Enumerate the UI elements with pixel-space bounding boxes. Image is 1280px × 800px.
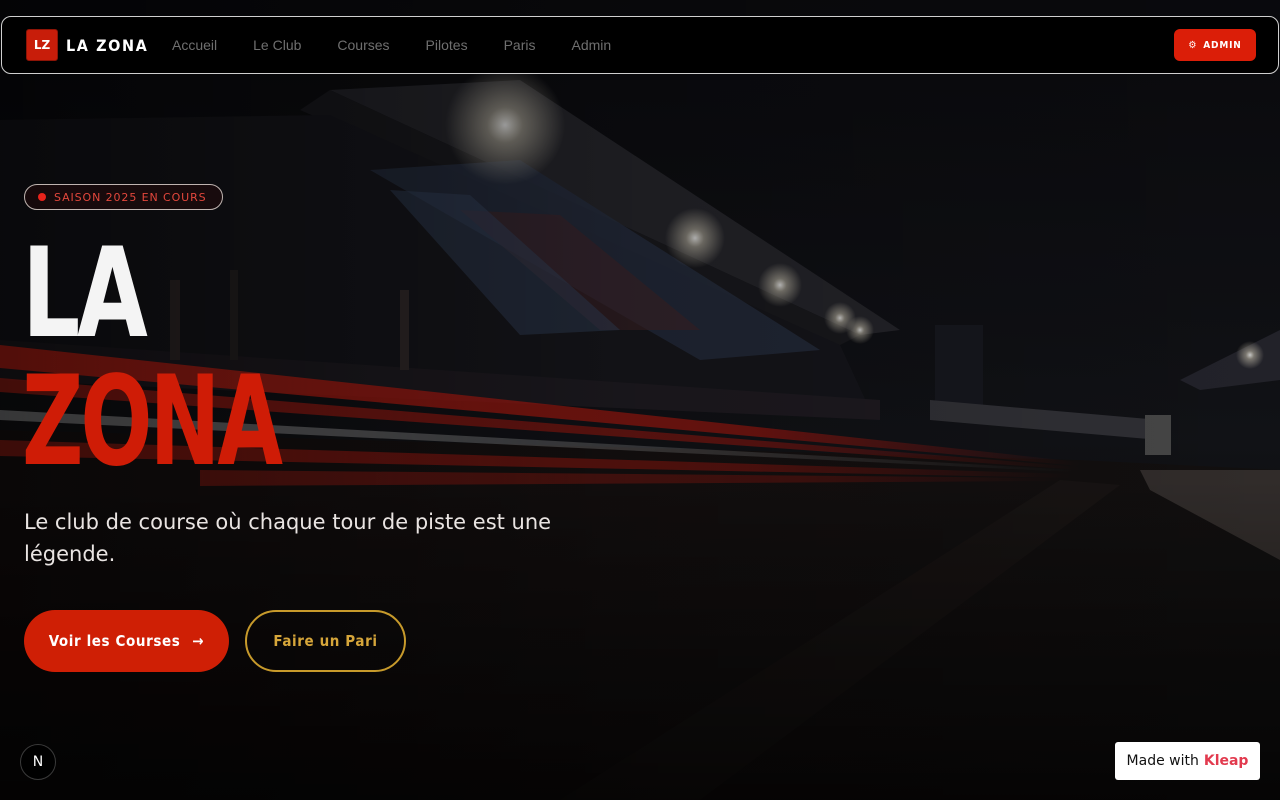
nav-link-pilotes[interactable]: Pilotes <box>426 37 468 53</box>
nav-link-courses[interactable]: Courses <box>337 37 389 53</box>
site-logo[interactable]: LZ LA ZONA <box>26 29 148 61</box>
made-with-kleap-badge[interactable]: Made with Kleap <box>1115 742 1260 780</box>
nav-link-le-club[interactable]: Le Club <box>253 37 301 53</box>
nextjs-dev-indicator[interactable]: N <box>20 744 56 780</box>
gear-icon: ⚙ <box>1188 39 1198 51</box>
hero-title-line1: LA <box>22 222 148 366</box>
admin-button-label: ADMIN <box>1203 39 1242 51</box>
arrow-right-icon: → <box>192 632 205 650</box>
live-dot-icon <box>38 193 46 201</box>
nav-link-admin[interactable]: Admin <box>571 37 611 53</box>
nav-link-accueil[interactable]: Accueil <box>172 37 217 53</box>
view-races-label: Voir les Courses <box>48 632 181 650</box>
logo-text: LA ZONA <box>66 35 149 55</box>
logo-mark: LZ <box>26 29 58 61</box>
nav-link-paris[interactable]: Paris <box>504 37 536 53</box>
made-with-prefix: Made with <box>1126 753 1199 769</box>
place-bet-button[interactable]: Faire un Pari <box>245 610 406 672</box>
season-badge-text: SAISON 2025 EN COURS <box>54 190 207 204</box>
top-navbar: LZ LA ZONA Accueil Le Club Courses Pilot… <box>1 16 1279 74</box>
kleap-brand: Kleap <box>1203 753 1249 769</box>
nextjs-logo-icon: N <box>32 754 44 770</box>
nav-links: Accueil Le Club Courses Pilotes Paris Ad… <box>172 17 647 73</box>
admin-button[interactable]: ⚙ ADMIN <box>1174 29 1256 61</box>
hero-subtitle: Le club de course où chaque tour de pist… <box>24 510 552 566</box>
hero-title-line2: ZONA <box>22 350 283 494</box>
place-bet-label: Faire un Pari <box>273 632 378 650</box>
view-races-button[interactable]: Voir les Courses → <box>24 610 229 672</box>
season-badge: SAISON 2025 EN COURS <box>24 184 223 210</box>
